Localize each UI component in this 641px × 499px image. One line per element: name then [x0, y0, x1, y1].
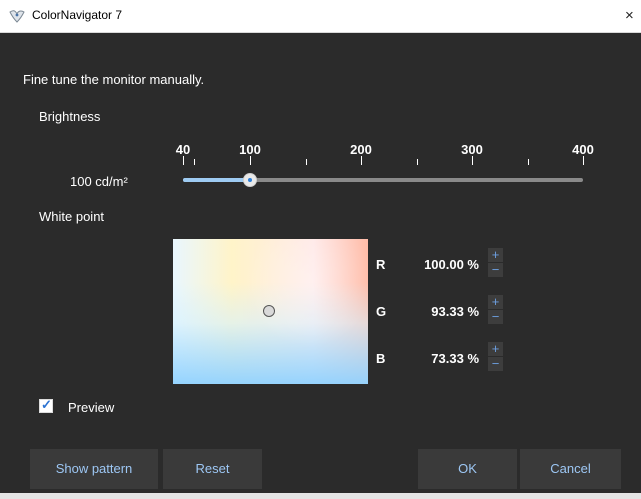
- brightness-heading: Brightness: [39, 109, 101, 124]
- red-channel-value: 100.00 %: [424, 257, 479, 272]
- green-channel-label: G: [376, 304, 387, 319]
- brightness-tick: [528, 159, 529, 165]
- brightness-slider-fill: [183, 178, 250, 182]
- white-point-heading: White point: [39, 209, 105, 224]
- preview-checkbox[interactable]: [39, 397, 53, 413]
- ok-button[interactable]: OK: [418, 449, 517, 489]
- window-bottom-edge: [0, 493, 641, 499]
- brightness-value: 100 cd/m²: [70, 174, 128, 189]
- reset-button[interactable]: Reset: [163, 449, 262, 489]
- red-decrease-button[interactable]: −: [488, 263, 503, 277]
- brightness-tick: [583, 156, 584, 165]
- brightness-tick-label-100: 100: [239, 142, 261, 157]
- brightness-tick: [250, 156, 251, 165]
- brightness-slider-thumb[interactable]: [243, 173, 257, 187]
- green-decrease-button[interactable]: −: [488, 310, 503, 324]
- brightness-tick-label-400: 400: [572, 142, 594, 157]
- white-point-cursor[interactable]: [263, 305, 275, 317]
- green-increase-button[interactable]: +: [488, 295, 503, 309]
- preview-label: Preview: [68, 400, 115, 415]
- blue-channel-label: B: [376, 351, 386, 366]
- red-channel-label: R: [376, 257, 386, 272]
- brightness-tick: [417, 159, 418, 165]
- show-pattern-button[interactable]: Show pattern: [30, 449, 158, 489]
- brightness-tick-label-300: 300: [461, 142, 483, 157]
- colornavigator-app-icon: [9, 10, 25, 23]
- brightness-tick: [306, 159, 307, 165]
- colornavigator-window: ColorNavigator 7 × Fine tune the monitor…: [0, 0, 641, 499]
- title-bar: ColorNavigator 7 ×: [0, 0, 641, 33]
- instruction-text: Fine tune the monitor manually.: [23, 72, 205, 87]
- window-title: ColorNavigator 7: [32, 8, 123, 22]
- red-increase-button[interactable]: +: [488, 248, 503, 262]
- brightness-tick: [194, 159, 195, 165]
- blue-decrease-button[interactable]: −: [488, 357, 503, 371]
- brightness-tick: [472, 156, 473, 165]
- brightness-tick-label-200: 200: [350, 142, 372, 157]
- brightness-tick-label-40: 40: [175, 142, 191, 157]
- brightness-tick: [183, 156, 184, 165]
- cancel-button[interactable]: Cancel: [520, 449, 621, 489]
- brightness-tick: [361, 156, 362, 165]
- green-channel-value: 93.33 %: [431, 304, 479, 319]
- blue-channel-value: 73.33 %: [431, 351, 479, 366]
- blue-increase-button[interactable]: +: [488, 342, 503, 356]
- close-icon[interactable]: ×: [625, 6, 641, 26]
